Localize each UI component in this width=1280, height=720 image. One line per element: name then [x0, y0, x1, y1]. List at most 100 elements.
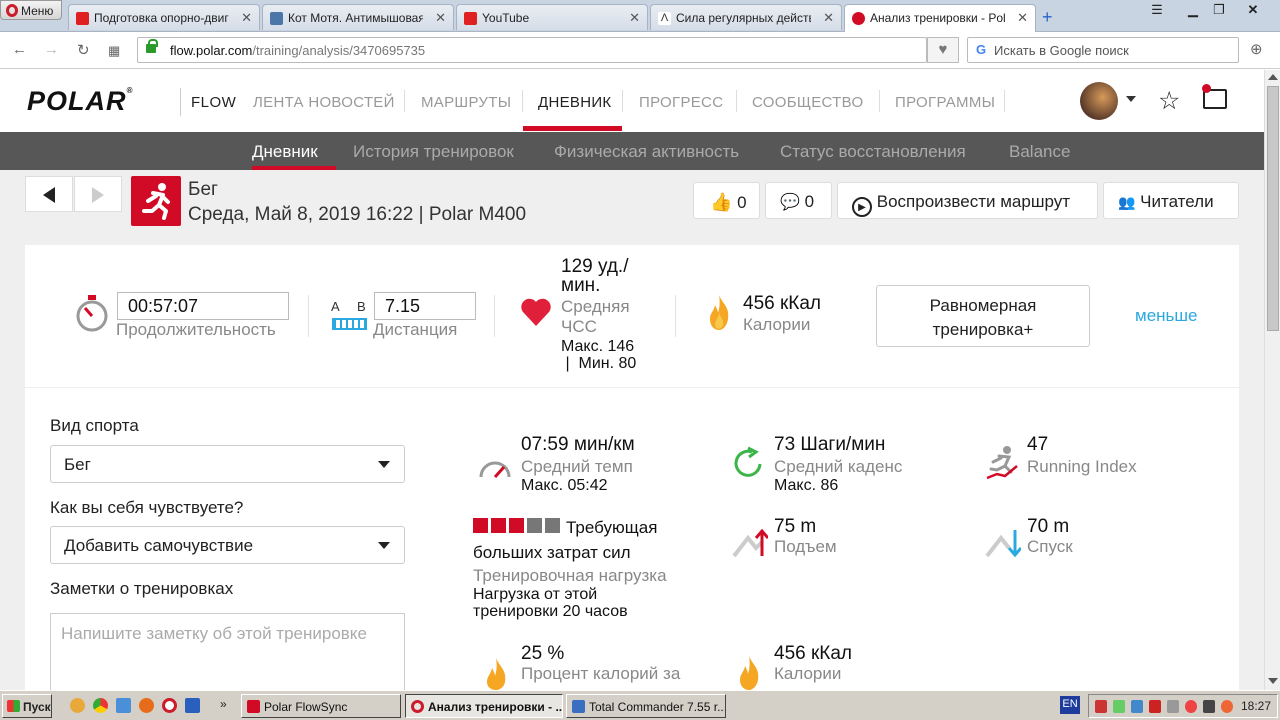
polar-favicon-icon: [852, 12, 865, 25]
hr-label-line1: Средняя: [561, 297, 630, 316]
messages-icon[interactable]: [1202, 84, 1227, 109]
sport-title: Бег: [188, 179, 218, 200]
duration-input[interactable]: 00:57:07: [117, 292, 289, 320]
firefox-icon[interactable]: [139, 698, 154, 713]
fat-percent-value: 25 %: [521, 643, 565, 664]
nav-progress[interactable]: ПРОГРЕСС: [639, 94, 723, 111]
opera-menu-button[interactable]: Меню: [0, 0, 62, 20]
url-field[interactable]: flow.polar.com/training/analysis/3470695…: [137, 37, 927, 63]
comment-button[interactable]: 💬 0: [765, 182, 832, 219]
new-tab-icon[interactable]: +: [1042, 7, 1053, 28]
taskbar-window-browser[interactable]: Анализ тренировки - ...: [405, 694, 563, 718]
download-icon[interactable]: ⊕: [1250, 40, 1263, 58]
reload-icon[interactable]: ↻: [77, 41, 90, 59]
subnav-history[interactable]: История тренировок: [353, 142, 514, 162]
feeling-select[interactable]: Добавить самочувствие: [50, 526, 405, 564]
search-input[interactable]: G Искать в Google поиск: [967, 37, 1239, 63]
feeling-field-label: Как вы себя чувствуете?: [50, 498, 244, 517]
language-indicator[interactable]: EN: [1060, 696, 1080, 714]
tray-app-icon[interactable]: [1203, 700, 1215, 713]
scroll-down-icon[interactable]: [1268, 678, 1278, 684]
like-button[interactable]: 👍 0: [693, 182, 760, 219]
prev-training-button[interactable]: [25, 176, 73, 212]
sport-select[interactable]: Бег: [50, 445, 405, 483]
nav-active-indicator: [523, 126, 622, 131]
browser-tab[interactable]: YouTube ✕: [456, 4, 648, 30]
taskbar-window-flowsync[interactable]: Polar FlowSync: [241, 694, 401, 718]
show-less-link[interactable]: меньше: [1135, 306, 1197, 326]
browser-tab-active[interactable]: Анализ тренировки - Polar F ✕: [844, 4, 1036, 32]
close-tab-icon[interactable]: ✕: [241, 10, 252, 26]
summary-card: 00:57:07 Продолжительность A B 7.15 Дист…: [25, 245, 1239, 387]
chevron-down-icon[interactable]: [1126, 96, 1136, 102]
replay-route-button[interactable]: ▶ Воспроизвести маршрут: [837, 182, 1098, 219]
tabs-menu-icon[interactable]: ☰: [1144, 2, 1170, 20]
close-tab-icon[interactable]: ✕: [435, 10, 446, 26]
play-icon: ▶: [852, 197, 872, 217]
page-scrollbar[interactable]: [1264, 70, 1280, 690]
distance-input[interactable]: 7.15: [374, 292, 476, 320]
forward-icon[interactable]: →: [44, 41, 59, 58]
subnav-balance[interactable]: Balance: [1009, 142, 1070, 162]
taskbar-window-label: Анализ тренировки - ...: [428, 700, 563, 714]
browser-tab[interactable]: Подготовка опорно-двигат ✕: [68, 4, 260, 30]
nav-programs[interactable]: ПРОГРАММЫ: [895, 94, 995, 111]
training-benefit-button[interactable]: Равномерная тренировка+: [876, 285, 1090, 347]
address-toolbar: ← → ↻ ▦ flow.polar.com/training/analysis…: [0, 32, 1280, 69]
close-tab-icon[interactable]: ✕: [1017, 10, 1028, 26]
tray-app-icon[interactable]: [1113, 700, 1125, 713]
notification-dot: [1202, 84, 1211, 93]
close-tab-icon[interactable]: ✕: [823, 10, 834, 26]
site-favicon-icon: Λ: [658, 12, 671, 25]
flame-icon: [740, 656, 759, 690]
back-icon[interactable]: ←: [12, 41, 27, 58]
nav-divider: [622, 90, 623, 112]
tray-app-icon[interactable]: [1131, 700, 1143, 713]
quicklaunch-app-icon[interactable]: [70, 698, 85, 713]
tray-app-icon[interactable]: [1185, 700, 1197, 713]
nav-news[interactable]: ЛЕНТА НОВОСТЕЙ: [253, 94, 395, 111]
browser-tab[interactable]: Кот Мотя. Антимышовая ко ✕: [262, 4, 454, 30]
subnav-diary[interactable]: Дневник: [252, 142, 318, 162]
tray-app-icon[interactable]: [1167, 700, 1179, 713]
next-training-button[interactable]: [74, 176, 122, 212]
shield-icon[interactable]: [1149, 700, 1161, 713]
nav-community[interactable]: СООБЩЕСТВО: [752, 94, 863, 111]
tray-app-icon[interactable]: [1221, 700, 1233, 713]
bookmark-heart-icon[interactable]: ♥: [927, 37, 959, 63]
minimize-icon[interactable]: ▁: [1180, 2, 1206, 20]
taskbar-window-totalcmd[interactable]: Total Commander 7.55 r...: [566, 694, 726, 718]
close-window-icon[interactable]: ✕: [1240, 2, 1266, 20]
nav-diary[interactable]: ДНЕВНИК: [538, 94, 611, 111]
fat-percent-label: Процент калорий за: [521, 664, 681, 683]
tray-app-icon[interactable]: [1095, 700, 1107, 713]
divider: [308, 295, 309, 337]
followers-label: Читатели: [1140, 192, 1214, 211]
avatar[interactable]: [1080, 82, 1118, 120]
subnav-activity[interactable]: Физическая активность: [554, 142, 739, 162]
explorer-icon[interactable]: [116, 698, 131, 713]
close-tab-icon[interactable]: ✕: [629, 10, 640, 26]
chrome-icon[interactable]: [93, 698, 108, 713]
polar-logo[interactable]: POLAR®: [27, 86, 133, 117]
followers-button[interactable]: 👥 Читатели: [1103, 182, 1239, 219]
browser-tab[interactable]: Λ Сила регулярных действий ✕: [650, 4, 842, 30]
save-app-icon[interactable]: [185, 698, 200, 713]
load-label: Тренировочная нагрузка: [473, 566, 667, 585]
start-button[interactable]: Пуск: [2, 694, 52, 718]
maximize-icon[interactable]: ❐: [1206, 2, 1232, 20]
descent-value: 70 m: [1027, 516, 1070, 537]
star-icon[interactable]: ☆: [1158, 86, 1180, 116]
scroll-thumb[interactable]: [1267, 86, 1279, 331]
scroll-up-icon[interactable]: [1268, 74, 1278, 80]
opera-icon[interactable]: [162, 698, 177, 713]
nav-divider: [1004, 90, 1005, 112]
descent-label: Спуск: [1027, 537, 1073, 556]
training-load-block: [527, 518, 542, 533]
taskbar-window-label: Total Commander 7.55 r...: [589, 700, 726, 714]
speed-dial-icon[interactable]: ▦: [108, 43, 120, 59]
descent-icon: [985, 530, 1021, 558]
nav-routes[interactable]: МАРШРУТЫ: [421, 94, 511, 111]
quicklaunch-more-icon[interactable]: »: [220, 697, 227, 711]
subnav-recovery[interactable]: Статус восстановления: [780, 142, 966, 162]
